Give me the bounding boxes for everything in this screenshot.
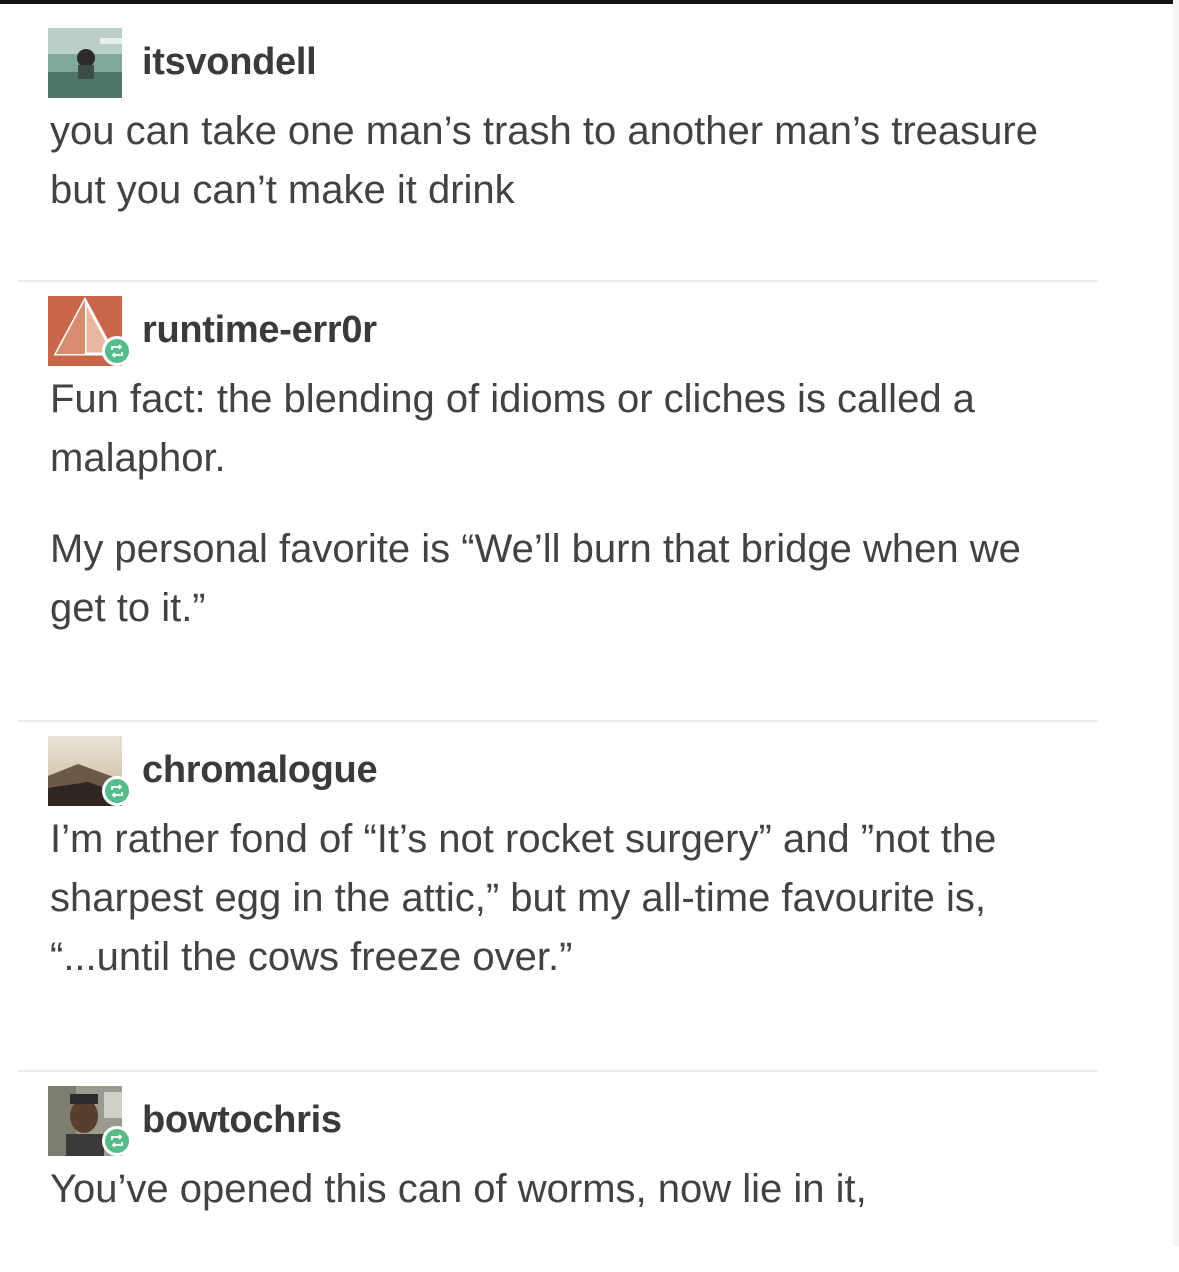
post-header: runtime-err0r — [48, 290, 1098, 370]
avatar[interactable] — [48, 26, 122, 98]
post-runtime-err0r: runtime-err0r Fun fact: the blending of … — [18, 280, 1098, 720]
post-itsvondell: itsvondell you can take one man’s trash … — [18, 14, 1098, 280]
post-text: I’m rather fond of “It’s not rocket surg… — [50, 817, 997, 979]
post-bowtochris: bowtochris You’ve opened this can of wor… — [18, 1070, 1098, 1272]
post-header: bowtochris — [48, 1080, 1098, 1160]
post-text: Fun fact: the blending of idioms or clic… — [50, 377, 975, 480]
reblog-icon — [102, 1126, 132, 1156]
top-edge-bar — [0, 0, 1179, 4]
avatar[interactable] — [48, 1084, 132, 1156]
user-avatar-photo-icon — [48, 28, 122, 98]
avatar[interactable] — [48, 294, 132, 366]
username[interactable]: chromalogue — [142, 749, 378, 792]
post-header: itsvondell — [48, 22, 1098, 102]
right-edge-strip — [1173, 0, 1179, 1246]
reblog-icon — [102, 776, 132, 806]
post-text: you can take one man’s trash to another … — [50, 109, 1038, 212]
post-chromalogue: chromalogue I’m rather fond of “It’s not… — [18, 720, 1098, 1070]
reblog-icon — [102, 336, 132, 366]
username[interactable]: runtime-err0r — [142, 309, 377, 352]
post-text: You’ve opened this can of worms, now lie… — [50, 1167, 867, 1211]
reblog-thread: itsvondell you can take one man’s trash … — [18, 14, 1098, 1272]
username[interactable]: bowtochris — [142, 1099, 342, 1142]
avatar[interactable] — [48, 734, 132, 806]
post-text: My personal favorite is “We’ll burn that… — [50, 527, 1021, 630]
post-header: chromalogue — [48, 730, 1098, 810]
username[interactable]: itsvondell — [142, 41, 317, 84]
